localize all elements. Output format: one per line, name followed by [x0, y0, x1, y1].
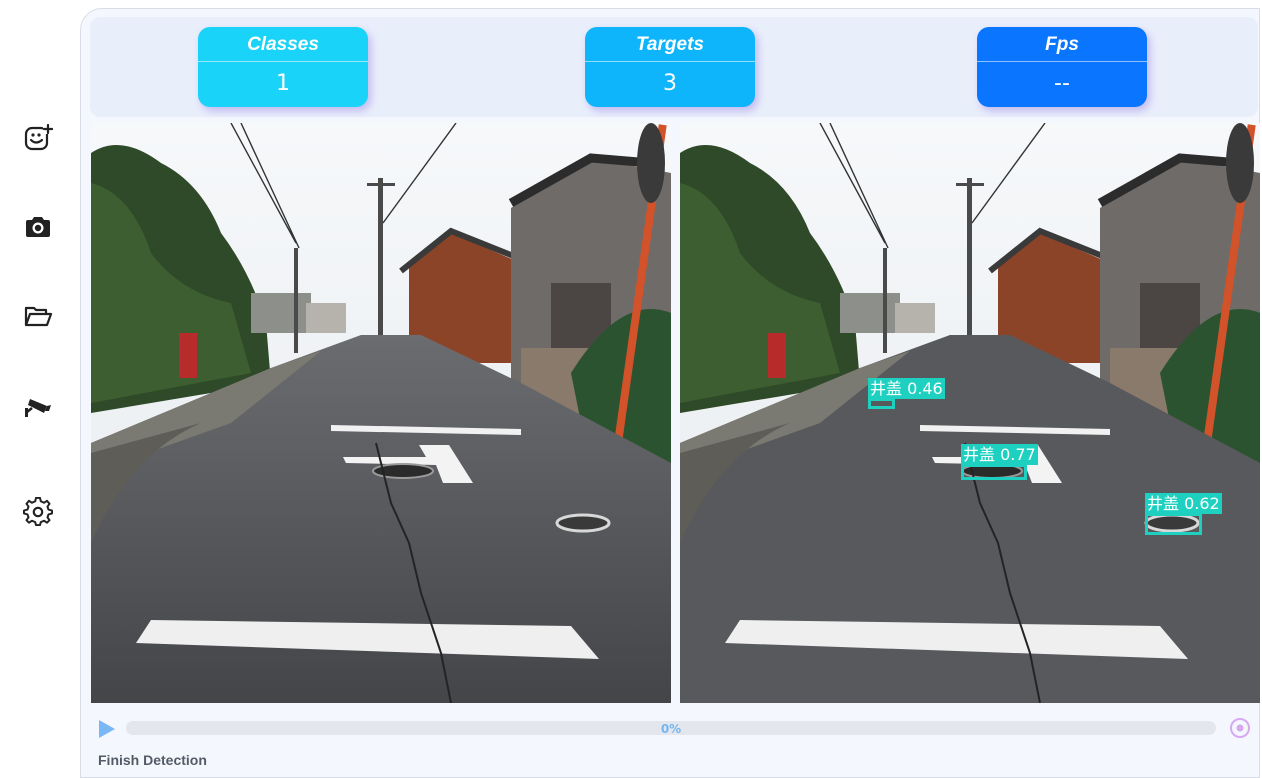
security-camera-icon — [25, 399, 51, 417]
settings-button[interactable] — [14, 488, 62, 536]
folder-open-icon — [24, 306, 53, 327]
fps-title: Fps — [977, 27, 1147, 62]
rtsp-camera-button[interactable] — [14, 381, 62, 429]
detection-box — [868, 398, 895, 409]
add-image-icon — [24, 123, 53, 151]
camera-icon — [26, 217, 50, 237]
detection-label: 井盖 0.77 — [961, 444, 1038, 465]
status-text: Finish Detection — [98, 752, 207, 768]
detection-label: 井盖 0.46 — [868, 378, 945, 399]
classes-title: Classes — [198, 27, 368, 62]
stats-bar: Classes 1 Targets 3 Fps -- — [90, 17, 1258, 117]
detection-box — [961, 464, 1027, 480]
progress-text: 0% — [660, 722, 682, 736]
stop-icon — [1230, 718, 1250, 738]
gear-icon — [23, 497, 53, 527]
fps-card: Fps -- — [977, 27, 1147, 107]
targets-title: Targets — [585, 27, 755, 62]
original-image-view — [91, 123, 671, 703]
play-button[interactable] — [96, 718, 118, 740]
classes-card: Classes 1 — [198, 27, 368, 107]
play-icon — [99, 720, 115, 738]
progress-bar[interactable]: 0% — [126, 721, 1216, 736]
detection-label: 井盖 0.62 — [1145, 493, 1222, 514]
sidebar — [0, 0, 80, 768]
stop-button[interactable] — [1229, 717, 1251, 739]
classes-value: 1 — [276, 71, 290, 96]
detected-scene-image — [680, 123, 1260, 703]
targets-card: Targets 3 — [585, 27, 755, 107]
open-folder-button[interactable] — [14, 292, 62, 340]
fps-value: -- — [1054, 71, 1070, 96]
street-scene-image — [91, 123, 671, 703]
detection-box — [1145, 513, 1202, 535]
add-image-button[interactable] — [14, 114, 62, 162]
camera-button[interactable] — [14, 203, 62, 251]
detection-result-view: 井盖 0.46 井盖 0.77 井盖 0.62 — [680, 123, 1260, 703]
targets-value: 3 — [663, 71, 677, 96]
